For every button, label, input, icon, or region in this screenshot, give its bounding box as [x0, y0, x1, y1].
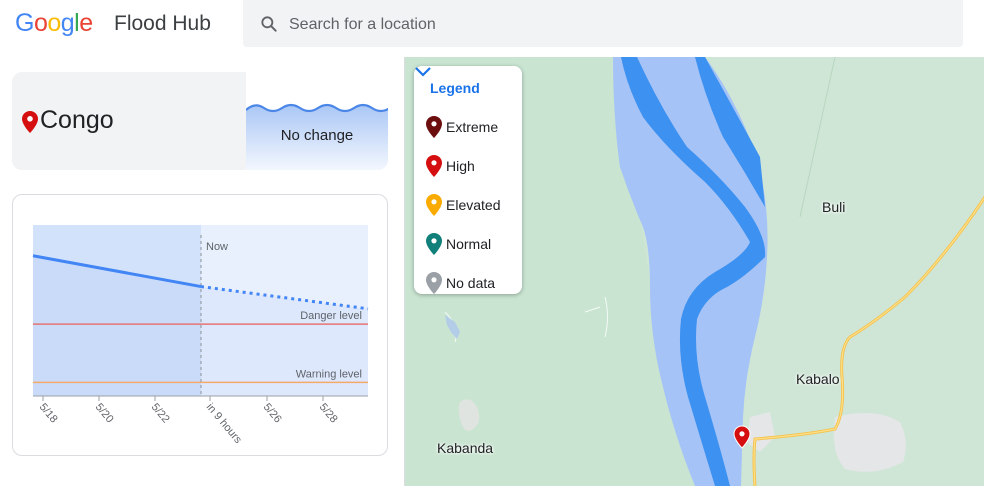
legend-label: Elevated [446, 197, 501, 213]
status-tile: No change [246, 72, 388, 170]
legend-item-normal: Normal [426, 233, 522, 255]
now-label: Now [206, 241, 228, 253]
water-wave-icon [246, 103, 388, 170]
map[interactable]: Buli Kabalo Kabanda Legend Extreme High … [404, 57, 984, 486]
logo-letter: G [15, 9, 34, 37]
x-tick-label: 5/22 [149, 401, 172, 425]
pin-icon [426, 194, 442, 216]
pin-icon [426, 116, 442, 138]
danger-level-label: Danger level [300, 310, 362, 322]
location-name: Congo [40, 106, 114, 134]
x-tick-label: 5/18 [37, 401, 60, 425]
google-logo[interactable]: Google [15, 9, 93, 38]
legend-label: No data [446, 275, 496, 291]
product-name[interactable]: Flood Hub [114, 12, 211, 36]
legend-item-extreme: Extreme [426, 116, 522, 138]
pin-icon [426, 233, 442, 255]
chevron-down-icon[interactable] [414, 66, 432, 78]
x-tick-label: in 9 hours [204, 401, 245, 446]
forecast-chart[interactable]: Now Danger level Warning level 5/18 5/20 5… [12, 194, 388, 456]
logo-letter: o [47, 9, 61, 37]
legend-label: Normal [446, 236, 492, 252]
pin-icon [426, 155, 442, 177]
town-area [747, 412, 775, 452]
legend-label: High [446, 158, 475, 174]
legend-panel: Legend Extreme High Elevated Normal No d… [414, 66, 522, 294]
logo-letter: g [60, 9, 75, 37]
x-tick-label: 5/28 [317, 401, 340, 425]
status-label: No change [280, 127, 354, 144]
x-tick-label: 5/20 [93, 401, 116, 425]
location-pin-icon [22, 111, 38, 133]
logo-letter: o [33, 9, 48, 37]
search-input[interactable] [287, 10, 931, 40]
stream [799, 57, 836, 218]
x-tick-label: 5/26 [261, 401, 284, 425]
legend-item-elevated: Elevated [426, 194, 522, 216]
legend-toggle[interactable]: Legend [430, 80, 480, 96]
legend-item-high: High [426, 155, 522, 177]
search-icon[interactable] [259, 14, 279, 34]
town-area [833, 413, 906, 472]
place-label-kabanda: Kabanda [437, 440, 494, 456]
header: Google Flood Hub [0, 0, 984, 56]
place-label-kabalo: Kabalo [796, 371, 840, 387]
pin-icon [426, 272, 442, 294]
x-axis-ticks: 5/18 5/20 5/22 in 9 hours 5/26 5/28 [37, 396, 340, 446]
warning-level-label: Warning level [296, 368, 362, 380]
place-label-buli: Buli [822, 199, 846, 215]
legend-item-no-data: No data [426, 272, 522, 294]
search-bar[interactable] [243, 0, 963, 47]
logo-letter: e [79, 9, 93, 37]
chart-plot: Now Danger level Warning level 5/18 5/20 5… [32, 225, 369, 446]
legend-label: Extreme [446, 119, 499, 135]
location-card[interactable]: Congo No change [12, 72, 388, 170]
